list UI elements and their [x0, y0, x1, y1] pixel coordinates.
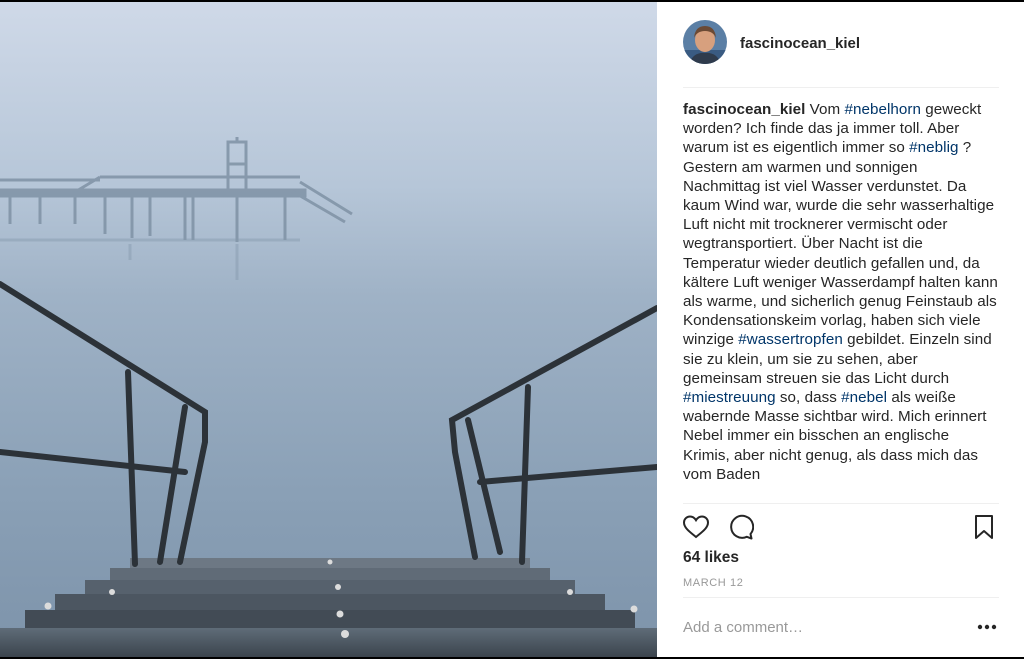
- caption-text: Vom: [805, 101, 845, 118]
- add-comment-input[interactable]: [683, 616, 953, 638]
- post-header: fascinocean_kiel: [683, 2, 999, 88]
- caption-divider: [683, 503, 999, 504]
- hashtag-link[interactable]: #nebel: [841, 389, 887, 406]
- hashtag-link[interactable]: #neblig: [909, 139, 958, 156]
- post-photo[interactable]: [0, 2, 657, 657]
- ellipsis-icon[interactable]: [975, 619, 999, 635]
- hashtag-link[interactable]: #nebelhorn: [844, 101, 921, 118]
- profile-avatar[interactable]: [683, 20, 727, 64]
- caption-text: so, dass: [775, 389, 842, 407]
- post-details-panel: fascinocean_kiel fascinocean_kiel Vom #n…: [657, 2, 1024, 657]
- avatar-image: [683, 20, 727, 64]
- post-username[interactable]: fascinocean_kiel: [740, 35, 860, 52]
- like-count[interactable]: 64 likes: [683, 549, 739, 567]
- caption-username[interactable]: fascinocean_kiel: [683, 101, 805, 118]
- instagram-post-window: fascinocean_kiel fascinocean_kiel Vom #n…: [0, 0, 1024, 659]
- foggy-pier-stairs-image: [0, 2, 657, 657]
- hashtag-link[interactable]: #miestreuung: [683, 389, 776, 406]
- caption-container: fascinocean_kiel Vom #nebelhorn geweckt …: [683, 100, 999, 502]
- heart-icon[interactable]: [682, 513, 710, 541]
- bookmark-icon[interactable]: [970, 513, 998, 541]
- comment-divider: [683, 597, 999, 598]
- post-date[interactable]: March 12: [683, 577, 743, 589]
- speech-bubble-icon[interactable]: [726, 513, 754, 541]
- hashtag-link[interactable]: #wassertropfen: [738, 331, 843, 348]
- post-caption: fascinocean_kiel Vom #nebelhorn geweckt …: [683, 100, 999, 484]
- caption-text: ? Gestern am warmen und sonnigen Nachmit…: [683, 139, 998, 349]
